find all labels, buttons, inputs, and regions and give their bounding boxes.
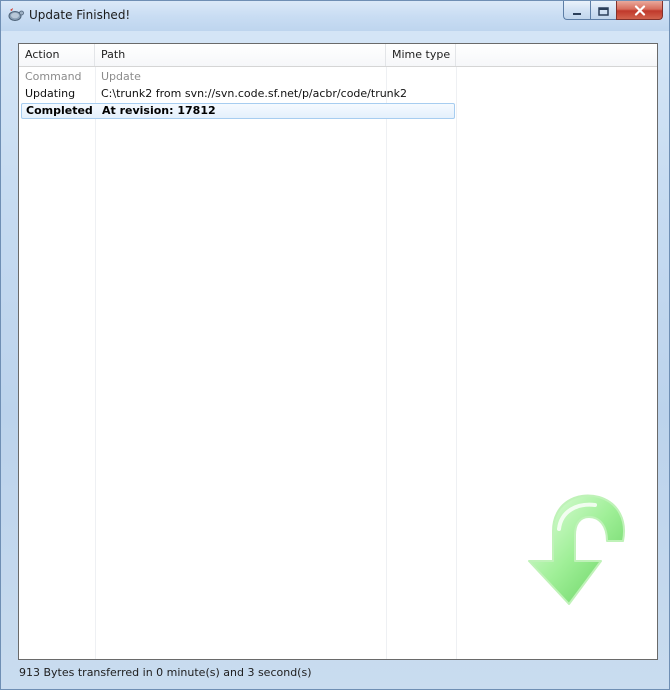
- close-button[interactable]: [616, 1, 663, 20]
- maximize-icon: [598, 1, 609, 20]
- update-finished-window: Update Finished! Action Path Mime type C…: [0, 0, 670, 690]
- list-item[interactable]: Command Update: [19, 69, 455, 85]
- row-path: C:\trunk2 from svn://svn.code.sf.net/p/a…: [101, 87, 408, 100]
- caption-buttons: [563, 1, 663, 21]
- list-item[interactable]: Updating C:\trunk2 from svn://svn.code.s…: [19, 86, 455, 102]
- title-bar[interactable]: Update Finished!: [1, 1, 669, 31]
- tortoise-svn-icon: [7, 7, 25, 23]
- column-divider: [386, 67, 387, 659]
- column-divider: [456, 67, 457, 659]
- close-icon: [634, 1, 646, 20]
- row-action: Command: [25, 70, 82, 83]
- row-action: Completed: [26, 104, 93, 117]
- list-item-selected[interactable]: Completed At revision: 17812: [21, 103, 455, 119]
- row-action: Updating: [25, 87, 76, 100]
- column-header-path[interactable]: Path: [95, 44, 386, 66]
- maximize-button[interactable]: [590, 1, 616, 20]
- row-path: Update: [101, 70, 141, 83]
- window-title: Update Finished!: [29, 8, 131, 22]
- column-header-action[interactable]: Action: [19, 44, 95, 66]
- minimize-button[interactable]: [563, 1, 590, 20]
- list-header: Action Path Mime type: [19, 44, 657, 67]
- column-divider: [95, 67, 96, 659]
- minimize-icon: [572, 1, 582, 20]
- green-curved-down-arrow-icon: [511, 489, 631, 614]
- column-header-mime-type[interactable]: Mime type: [386, 44, 456, 66]
- transfer-status: 913 Bytes transferred in 0 minute(s) and…: [19, 666, 312, 679]
- row-path: At revision: 17812: [102, 104, 216, 117]
